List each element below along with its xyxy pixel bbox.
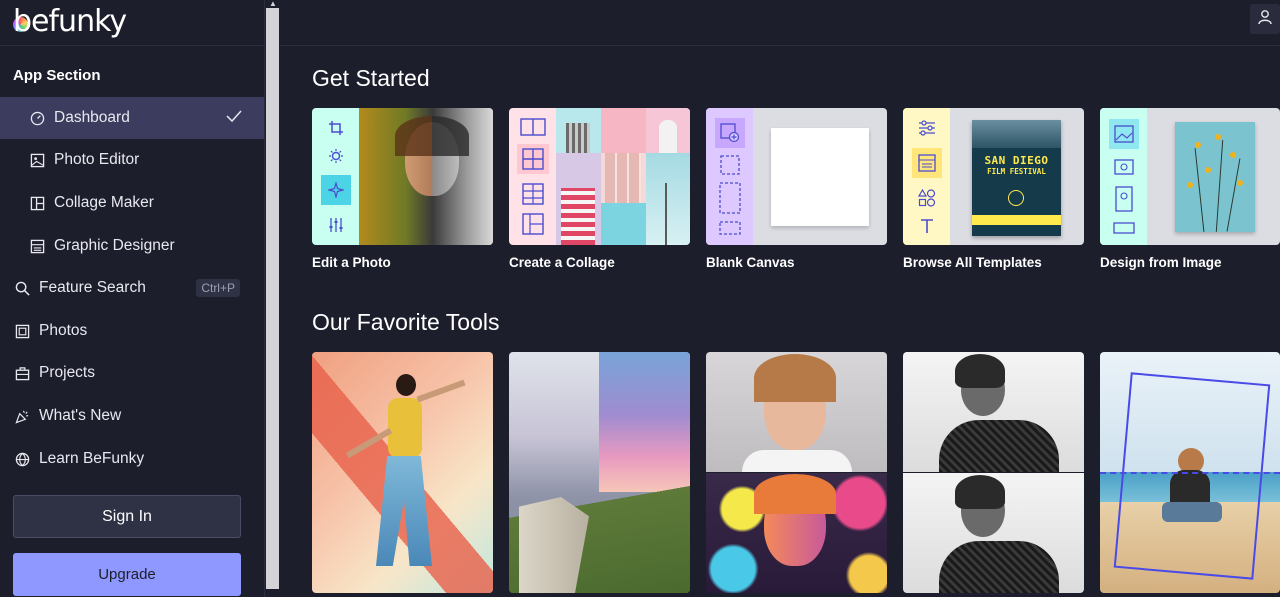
party-popper-icon bbox=[14, 408, 30, 424]
upgrade-button[interactable]: Upgrade bbox=[13, 553, 241, 596]
sign-in-button[interactable]: Sign In bbox=[13, 495, 241, 538]
image-select-icon bbox=[1108, 119, 1139, 150]
briefcase-icon bbox=[14, 365, 30, 381]
sidebar-item-label: Photo Editor bbox=[54, 151, 140, 168]
sidebar-item-photo-editor[interactable]: Photo Editor bbox=[0, 139, 264, 181]
adjust-icon bbox=[918, 120, 935, 136]
layout-mix-icon bbox=[521, 213, 544, 235]
layout-icon bbox=[29, 238, 45, 254]
sidebar-item-learn-befunky[interactable]: Learn BeFunky bbox=[0, 438, 264, 480]
sidebar-item-projects[interactable]: Projects bbox=[0, 352, 264, 394]
sliders-icon bbox=[329, 218, 342, 233]
favorite-tools-title: Our Favorite Tools bbox=[312, 309, 500, 335]
logo[interactable]: befunky bbox=[13, 4, 127, 39]
tool-cutout-card[interactable] bbox=[312, 352, 493, 593]
blank-canvas-card[interactable] bbox=[706, 108, 887, 245]
horizon-line bbox=[1100, 472, 1280, 474]
portrait-photo bbox=[359, 108, 493, 245]
layout-two-icon bbox=[519, 118, 546, 136]
poster-subtitle: FILM FESTIVAL bbox=[987, 167, 1046, 176]
crop-frame bbox=[1113, 372, 1271, 580]
sidebar-item-label: Feature Search bbox=[39, 279, 146, 296]
collage-toolbar bbox=[509, 108, 556, 245]
template-layout-icon bbox=[911, 148, 942, 179]
design-from-image-card[interactable] bbox=[1100, 108, 1280, 245]
sidebar-item-photos[interactable]: Photos bbox=[0, 310, 264, 352]
image-small-icon bbox=[1113, 159, 1134, 176]
collage-icon bbox=[29, 195, 45, 211]
add-canvas-icon bbox=[714, 117, 745, 148]
sidebar-item-label: Photos bbox=[39, 322, 88, 339]
effects-icon bbox=[320, 175, 351, 206]
templates-toolbar bbox=[903, 108, 950, 245]
create-collage-card[interactable] bbox=[509, 108, 690, 245]
shortcut-badge: Ctrl+P bbox=[196, 279, 240, 297]
edit-photo-card[interactable] bbox=[312, 108, 493, 245]
sidebar-item-whats-new[interactable]: What's New bbox=[0, 395, 264, 437]
square-icon bbox=[719, 155, 740, 175]
image-wide-icon bbox=[1112, 222, 1135, 234]
gauge-icon bbox=[29, 110, 45, 126]
film-festival-poster: SAN DIEGO FILM FESTIVAL bbox=[972, 120, 1061, 236]
get-started-title: Get Started bbox=[312, 65, 430, 91]
scroll-thumb[interactable] bbox=[266, 8, 279, 589]
sidebar-item-collage-maker[interactable]: Collage Maker bbox=[0, 182, 264, 224]
user-icon bbox=[1257, 9, 1273, 30]
crop-icon bbox=[328, 120, 343, 135]
sidebar-scrollbar[interactable]: ▲ bbox=[266, 0, 280, 597]
tool-crop-card[interactable] bbox=[1100, 352, 1280, 593]
blank-canvas-label[interactable]: Blank Canvas bbox=[706, 255, 795, 270]
sidebar-item-label: Projects bbox=[39, 364, 95, 381]
sidebar-item-label: Graphic Designer bbox=[54, 237, 175, 254]
image-portrait-icon bbox=[1114, 185, 1133, 212]
brightness-icon bbox=[328, 148, 343, 163]
sidebar-item-feature-search[interactable]: Feature Search Ctrl+P bbox=[0, 267, 264, 309]
sidebar-item-label: Dashboard bbox=[54, 109, 130, 126]
sidebar-item-label: Collage Maker bbox=[54, 194, 154, 211]
tool-bw-card[interactable] bbox=[903, 352, 1084, 593]
landscape-icon bbox=[718, 221, 741, 236]
photos-icon bbox=[14, 323, 30, 339]
user-account-button[interactable] bbox=[1250, 4, 1280, 34]
tool-portrait-card[interactable] bbox=[706, 352, 887, 593]
blank-canvas-preview bbox=[771, 128, 869, 226]
sidebar-item-label: Learn BeFunky bbox=[39, 450, 145, 467]
design-from-image-label[interactable]: Design from Image bbox=[1100, 255, 1222, 270]
flowers-preview bbox=[1175, 122, 1255, 232]
image-toolbar bbox=[1100, 108, 1147, 245]
browse-templates-card[interactable]: SAN DIEGO FILM FESTIVAL bbox=[903, 108, 1084, 245]
portrait-icon bbox=[718, 182, 741, 214]
text-icon bbox=[920, 218, 933, 233]
scroll-up-icon[interactable]: ▲ bbox=[269, 0, 277, 8]
edit-photo-label[interactable]: Edit a Photo bbox=[312, 255, 391, 270]
layout-six-icon bbox=[521, 182, 544, 205]
top-bar bbox=[280, 0, 1280, 46]
sidebar-item-label: What's New bbox=[39, 407, 122, 424]
section-title: App Section bbox=[13, 67, 101, 84]
create-collage-label[interactable]: Create a Collage bbox=[509, 255, 615, 270]
shapes-icon bbox=[917, 188, 935, 207]
globe-icon bbox=[14, 451, 30, 467]
tool-sky-card[interactable] bbox=[509, 352, 690, 593]
sidebar: befunky App Section Dashboard Photo Edit… bbox=[0, 0, 265, 597]
poster-title: SAN DIEGO bbox=[984, 154, 1049, 167]
editor-toolbar bbox=[312, 108, 359, 245]
sidebar-item-dashboard[interactable]: Dashboard bbox=[0, 97, 264, 139]
search-icon bbox=[14, 280, 30, 296]
browse-templates-label[interactable]: Browse All Templates bbox=[903, 255, 1042, 270]
divider bbox=[0, 45, 265, 46]
layout-grid-icon bbox=[516, 144, 549, 175]
check-icon bbox=[226, 109, 242, 128]
sidebar-item-graphic-designer[interactable]: Graphic Designer bbox=[0, 225, 264, 267]
canvas-toolbar bbox=[706, 108, 753, 245]
image-icon bbox=[29, 152, 45, 168]
